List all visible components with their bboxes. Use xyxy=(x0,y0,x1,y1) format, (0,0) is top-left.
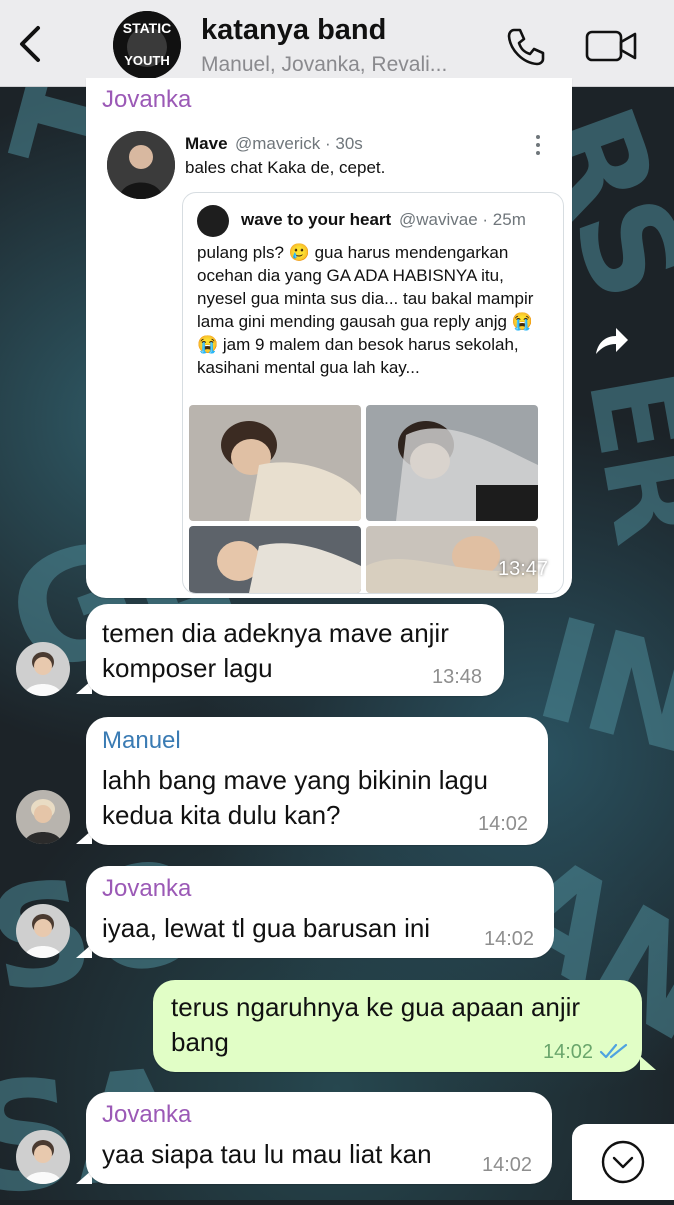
video-camera-icon xyxy=(585,30,637,62)
person-avatar-icon xyxy=(16,904,70,958)
person-avatar-icon xyxy=(16,642,70,696)
band-logo-icon: STATIC YOUTH xyxy=(113,11,181,79)
quoted-author-avatar xyxy=(197,205,229,237)
tweet-photo xyxy=(189,526,361,593)
sender-name: Jovanka xyxy=(102,1101,192,1128)
more-options-icon xyxy=(530,134,546,156)
scroll-to-bottom-button[interactable] xyxy=(572,1124,674,1200)
chat-members[interactable]: Manuel, Jovanka, Revali... xyxy=(201,53,447,77)
svg-text:YOUTH: YOUTH xyxy=(124,53,170,68)
message-bubble[interactable]: Manuel lahh bang mave yang bikinin lagu … xyxy=(86,717,548,845)
video-call-button[interactable] xyxy=(584,26,640,66)
message-bubble[interactable]: Jovanka iyaa, lewat tl gua barusan ini 1… xyxy=(86,866,554,958)
message-time: 14:02 xyxy=(482,1154,533,1176)
tweet-photo xyxy=(366,405,538,521)
chevron-down-circle-icon xyxy=(601,1140,645,1184)
avatar-jovanka[interactable] xyxy=(16,642,70,696)
tweet-screenshot[interactable]: Mave @maverick · 30s bales chat Kaka de,… xyxy=(100,120,564,594)
person-avatar-icon xyxy=(107,131,175,199)
quoted-tweet-text: pulang pls? 🥲 gua harus mendengarkan oce… xyxy=(197,243,534,377)
chat-title[interactable]: katanya band xyxy=(201,14,386,47)
chat-header: STATIC YOUTH katanya band Manuel, Jovank… xyxy=(0,0,674,87)
tweet-author-name: Mave xyxy=(185,134,228,153)
bubble-tail xyxy=(640,1056,656,1070)
phone-icon xyxy=(507,28,545,66)
group-avatar[interactable]: STATIC YOUTH xyxy=(113,11,181,79)
message-text: iyaa, lewat tl gua barusan ini xyxy=(102,913,431,943)
message-text: lahh bang mave yang bikinin lagu kedua k… xyxy=(102,765,488,830)
svg-text:STATIC: STATIC xyxy=(123,20,171,36)
person-avatar-icon xyxy=(16,1130,70,1184)
quoted-author-handle: @wavivae · 25m xyxy=(399,210,526,229)
avatar-manuel[interactable] xyxy=(16,790,70,844)
tweet-author-avatar xyxy=(107,131,175,199)
message-bubble[interactable]: Jovanka yaa siapa tau lu mau liat kan 14… xyxy=(86,1092,552,1184)
chevron-left-icon xyxy=(20,26,40,62)
sender-name: Manuel xyxy=(102,727,181,754)
forward-button[interactable] xyxy=(584,316,634,366)
tweet-text: bales chat Kaka de, cepet. xyxy=(185,158,386,177)
tweet-author-handle: @maverick · 30s xyxy=(235,134,363,153)
quoted-author-name: wave to your heart xyxy=(241,210,392,229)
message-bubble[interactable]: temen dia adeknya mave anjir komposer la… xyxy=(86,604,504,696)
message-bubble-outgoing[interactable]: terus ngaruhnya ke gua apaan anjir bang … xyxy=(153,980,642,1072)
sender-name: Jovanka xyxy=(102,875,192,902)
share-arrow-icon xyxy=(596,328,628,354)
sender-name: Jovanka xyxy=(102,86,192,113)
tweet-photo xyxy=(189,405,361,521)
message-time: 14:02 xyxy=(543,1041,594,1063)
message-time: 14:02 xyxy=(484,928,535,950)
message-time: 14:02 xyxy=(478,813,529,835)
message-text: yaa siapa tau lu mau liat kan xyxy=(102,1139,432,1169)
back-button[interactable] xyxy=(12,22,52,66)
message-time: 13:47 xyxy=(498,558,549,580)
person-avatar-icon xyxy=(16,790,70,844)
quoted-tweet: wave to your heart @wavivae · 25m pulang… xyxy=(182,192,564,594)
read-receipt-icon xyxy=(599,1043,628,1059)
message-time: 13:48 xyxy=(432,666,483,688)
voice-call-button[interactable] xyxy=(504,24,548,68)
avatar-jovanka[interactable] xyxy=(16,904,70,958)
avatar-jovanka[interactable] xyxy=(16,1130,70,1184)
